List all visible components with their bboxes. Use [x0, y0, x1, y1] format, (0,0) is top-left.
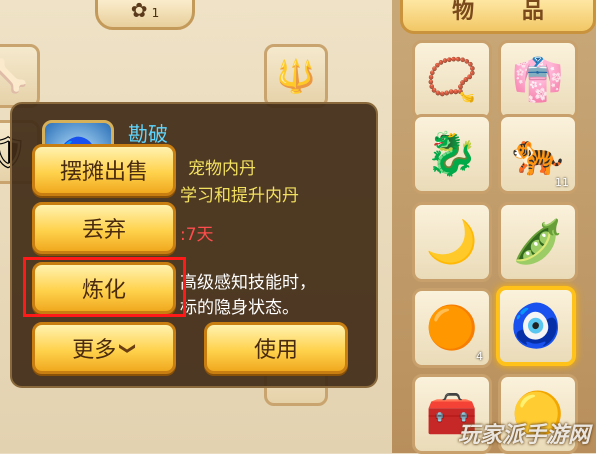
discard-button[interactable]: 丢弃 [32, 202, 176, 254]
equip-slot[interactable]: 🔱 [264, 44, 328, 108]
pet-icon: ✿ [130, 0, 148, 22]
sell-stall-button[interactable]: 摆摊出售 [32, 144, 176, 196]
use-button[interactable]: 使用 [204, 322, 348, 374]
inventory-slot[interactable]: 🌙 [412, 202, 492, 282]
item-quantity: 11 [555, 176, 569, 189]
inventory-slot[interactable]: 🟠 4 [412, 288, 492, 368]
horn-helmet-icon: 🦴 [0, 57, 28, 95]
eye-orb-icon: 🧿 [509, 301, 563, 350]
item-quantity: 4 [476, 350, 483, 363]
jade-dragon-icon: 🐉 [425, 129, 479, 178]
item-usage: 学习和提升内丹 [180, 186, 299, 206]
item-description-line2: 标的隐身状态。 [180, 298, 299, 318]
robe-icon: 👘 [511, 55, 565, 104]
chevron-down-icon: ❯ [119, 341, 139, 355]
equip-slot[interactable]: 🦴 [0, 44, 40, 108]
pet-tab[interactable]: ✿ 1 [95, 0, 195, 30]
inventory-title: 物 品 [400, 0, 596, 34]
inventory-slot[interactable]: 🐉 [412, 114, 492, 194]
amber-stone-icon: 🟠 [425, 303, 479, 352]
white-tiger-stone-icon: 🐅 [511, 129, 565, 178]
pet-tab-count: 1 [151, 6, 160, 20]
item-type: 宠物内丹 [188, 159, 256, 179]
item-duration: :7天 [180, 225, 214, 245]
item-description-line1: 高级感知技能时， [180, 273, 316, 293]
crescent-crystal-icon: 🌙 [425, 217, 479, 266]
scepter-icon: 🔱 [276, 57, 316, 95]
refine-button[interactable]: 炼化 [32, 262, 176, 314]
inventory-slot[interactable]: 👘 [498, 40, 578, 120]
necklace-icon: 📿 [425, 55, 479, 104]
inventory-slot[interactable]: 🫛 [498, 202, 578, 282]
inventory-slot-selected[interactable]: 🧿 [496, 286, 576, 366]
inventory-slot[interactable]: 🐅 11 [498, 114, 578, 194]
more-button[interactable]: 更多 ❯ [32, 322, 176, 374]
inventory-slot[interactable]: 📿 [412, 40, 492, 120]
green-beans-icon: 🫛 [511, 217, 565, 266]
item-name: 勘破 [128, 122, 168, 146]
watermark: 玩家派手游网 [457, 423, 590, 448]
more-button-label: 更多 [72, 338, 117, 363]
